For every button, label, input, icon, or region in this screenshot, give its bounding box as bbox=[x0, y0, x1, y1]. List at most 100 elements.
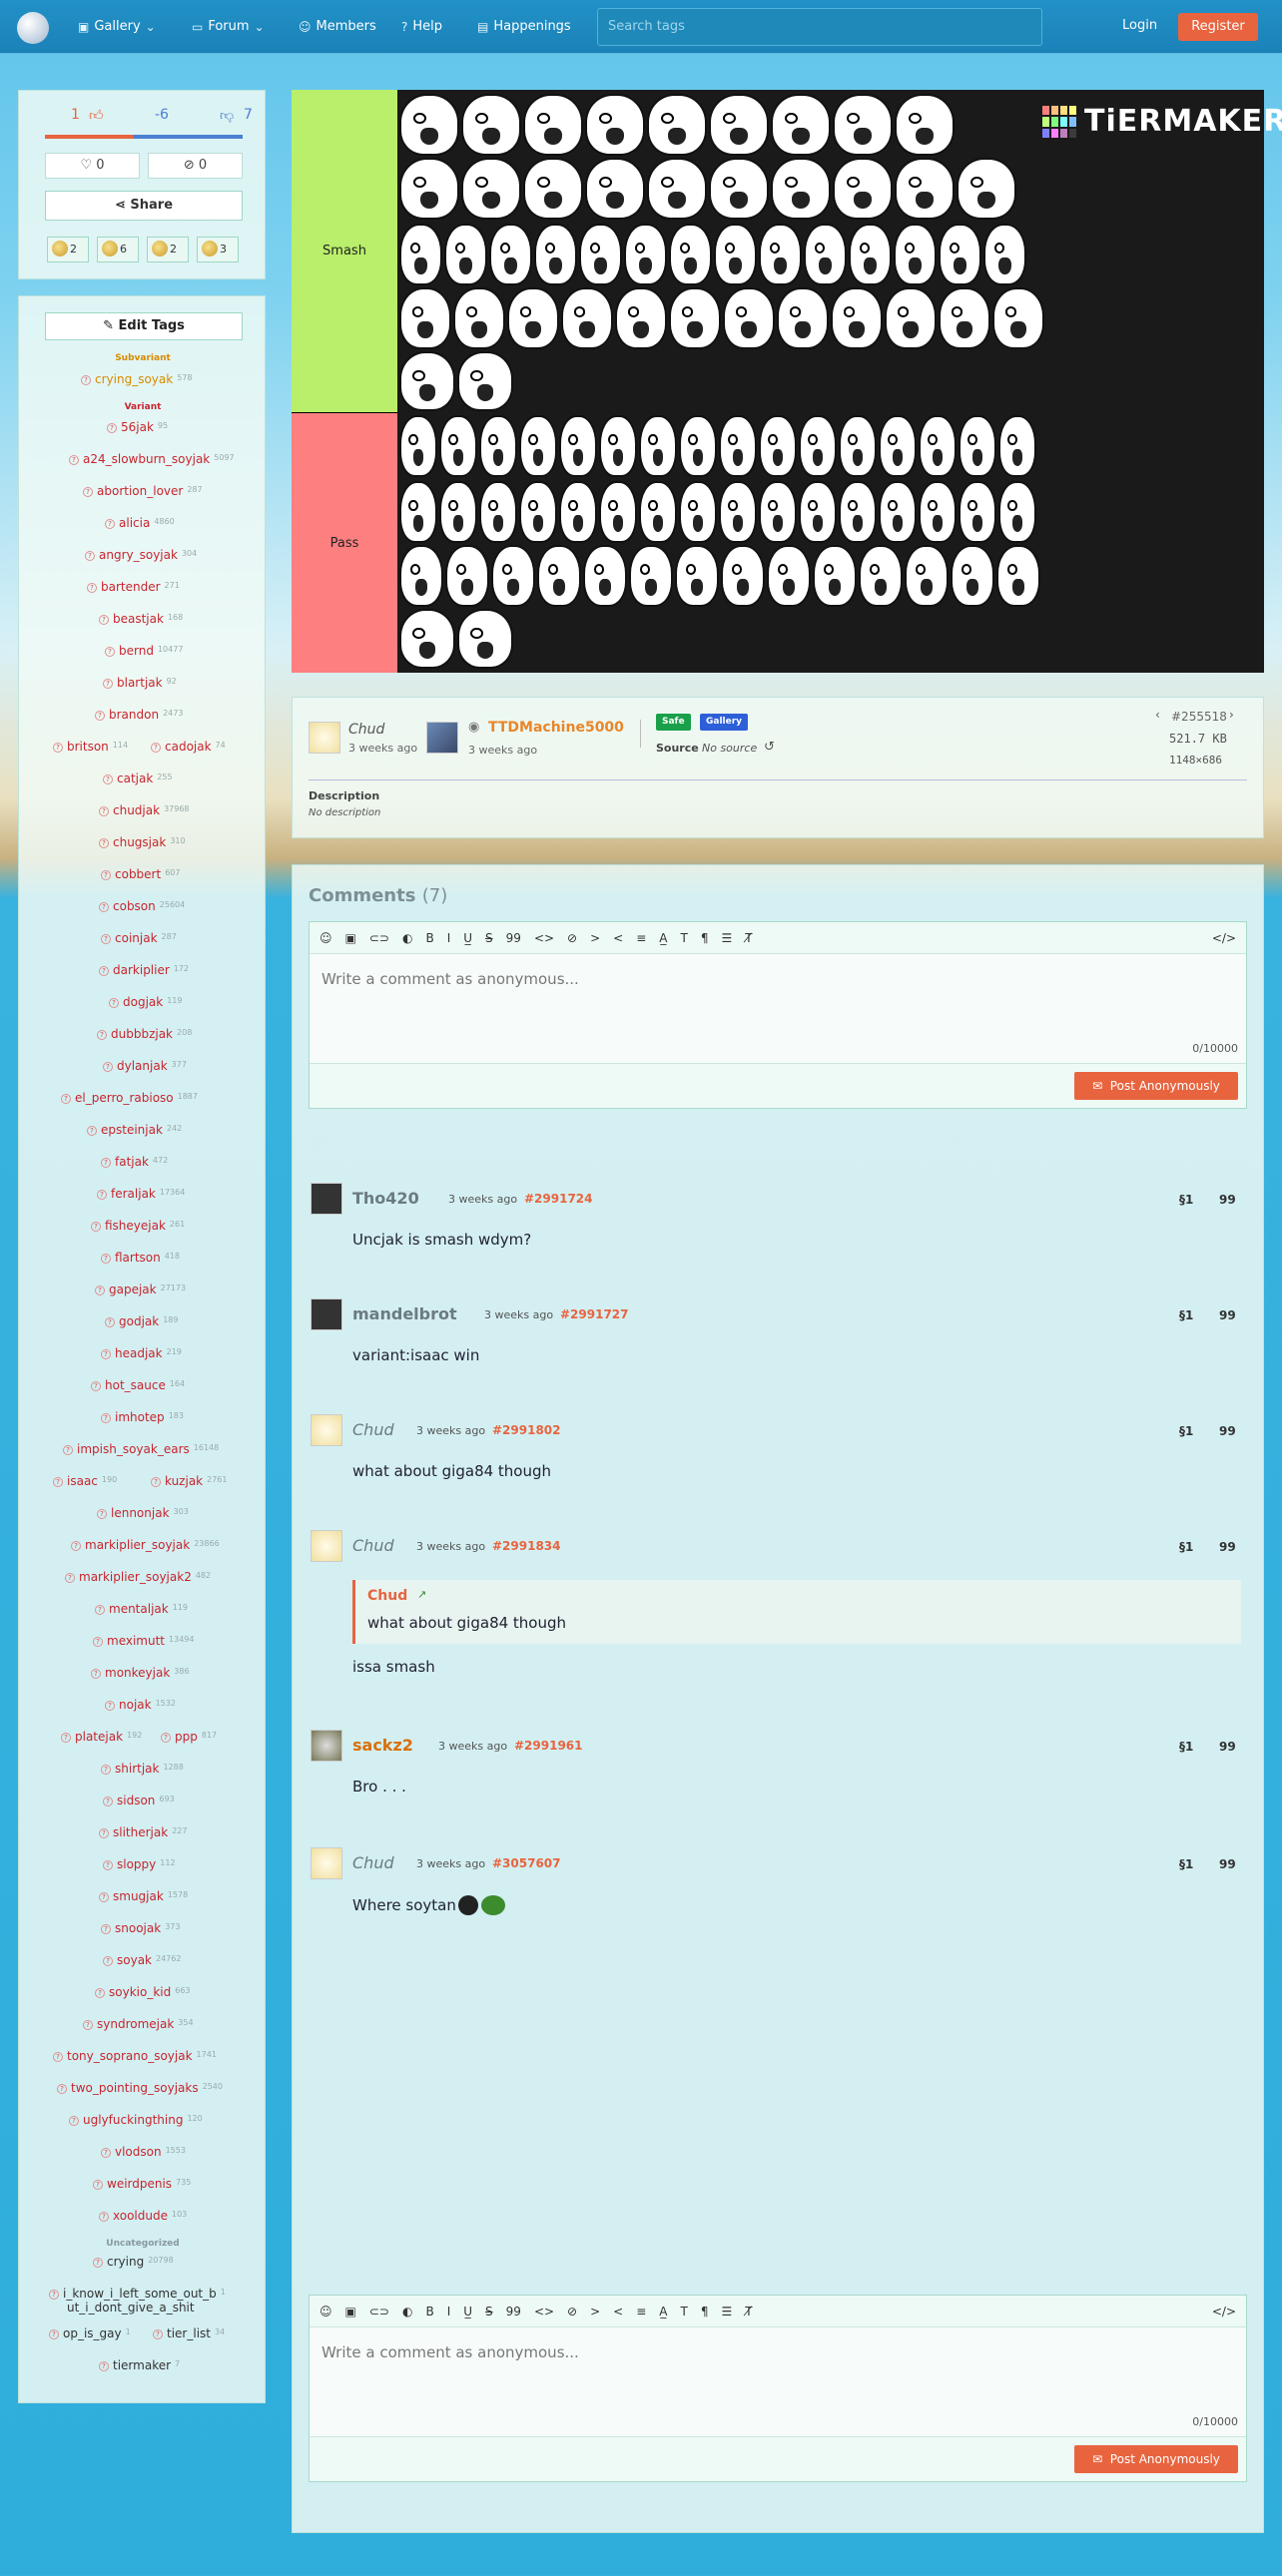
nav-happenings[interactable]: ▤ Happenings bbox=[477, 19, 571, 34]
strikethrough-icon[interactable]: S̶ bbox=[485, 931, 493, 945]
tag-link[interactable]: ? headjak 219 bbox=[101, 1346, 182, 1360]
thumbs-down-icon[interactable]: 👎︎ bbox=[220, 107, 234, 124]
tag-link[interactable]: ? cobbert 607 bbox=[101, 867, 180, 881]
tag-link[interactable]: ? cadojak 74 bbox=[151, 740, 226, 754]
tag-link[interactable]: ? tiermaker 7 bbox=[99, 2358, 180, 2372]
post-anonymously-button[interactable]: ✉ Post Anonymously bbox=[1074, 1072, 1238, 1100]
commenter-avatar[interactable] bbox=[311, 1730, 342, 1762]
commenter-avatar[interactable] bbox=[311, 1414, 342, 1446]
quote-icon[interactable]: 99 bbox=[506, 931, 521, 945]
underline-icon[interactable]: U̲ bbox=[463, 931, 472, 945]
nav-help[interactable]: ? Help bbox=[401, 19, 442, 34]
commenter-name[interactable]: Chud bbox=[352, 1853, 394, 1872]
tag-link[interactable]: ? tier_list 34 bbox=[153, 2326, 225, 2340]
tag-link[interactable]: ? op_is_gay 1 bbox=[49, 2326, 131, 2340]
nav-members[interactable]: ☺ Members bbox=[299, 19, 376, 34]
commenter-name[interactable]: mandelbrot bbox=[352, 1304, 457, 1323]
tag-link[interactable]: ? shirtjak 1288 bbox=[101, 1762, 184, 1776]
tag-link[interactable]: ? markiplier_soyjak2 482 bbox=[65, 1570, 211, 1584]
tag-link[interactable]: ? fatjak 472 bbox=[101, 1155, 168, 1169]
bold-icon[interactable]: B bbox=[425, 2305, 433, 2318]
prev-post-icon[interactable]: ‹ bbox=[1155, 708, 1160, 722]
approver-name[interactable]: TTDMachine5000 bbox=[488, 720, 624, 736]
reply-icon[interactable]: §1 bbox=[1179, 1540, 1193, 1554]
italic-icon[interactable]: I bbox=[447, 931, 451, 945]
paragraph-icon[interactable]: ¶ bbox=[701, 931, 709, 945]
tag-link[interactable]: ? alicia 4860 bbox=[105, 516, 175, 530]
heading-icon[interactable]: T bbox=[681, 931, 688, 945]
spoiler-icon[interactable]: ⊘ bbox=[567, 2305, 577, 2318]
tag-link[interactable]: ? bartender 271 bbox=[87, 580, 180, 594]
tag-link[interactable]: ? dogjak 119 bbox=[109, 995, 183, 1009]
clear-format-icon[interactable]: T̸ bbox=[745, 931, 752, 945]
tag-link[interactable]: ? weirdpenis 735 bbox=[93, 2177, 191, 2191]
reply-icon[interactable]: §1 bbox=[1179, 1193, 1193, 1207]
reply-icon[interactable]: §1 bbox=[1179, 1424, 1193, 1438]
tag-link[interactable]: ? britson 114 bbox=[53, 740, 128, 754]
highlight-icon[interactable]: A̲ bbox=[659, 931, 667, 945]
tag-link[interactable]: ? el_perro_rabioso 1887 bbox=[61, 1091, 198, 1105]
tag-link[interactable]: ? vlodson 1553 bbox=[101, 2145, 186, 2159]
tag-link[interactable]: ? angry_soyjak 304 bbox=[85, 548, 197, 562]
tag-link[interactable]: ? nojak 1532 bbox=[105, 1698, 176, 1712]
tag-link[interactable]: ? crying 20798 bbox=[93, 2255, 174, 2269]
tag-link[interactable]: ? impish_soyak_ears 16148 bbox=[63, 1442, 219, 1456]
tag-link[interactable]: ? meximutt 13494 bbox=[93, 1634, 194, 1648]
tag-link[interactable]: ? flartson 418 bbox=[101, 1251, 180, 1265]
comment-id-link[interactable]: #2991802 bbox=[492, 1423, 561, 1437]
comment-textarea[interactable]: Write a comment as anonymous... 0/10000 bbox=[310, 954, 1246, 1064]
tag-link-continued[interactable]: ut_i_dont_give_a_shit bbox=[67, 2301, 195, 2315]
list-icon[interactable]: ☰ bbox=[722, 931, 733, 945]
tag-link[interactable]: ? chugsjak 310 bbox=[99, 835, 186, 849]
reply-icon[interactable]: §1 bbox=[1179, 1308, 1193, 1322]
source-code-icon[interactable]: </> bbox=[1212, 2305, 1236, 2318]
tag-link[interactable]: ? beastjak 168 bbox=[99, 612, 183, 626]
hide-button[interactable]: ⊘ 0 bbox=[148, 153, 243, 179]
quote-author[interactable]: Chud bbox=[367, 1588, 407, 1604]
quote-icon[interactable]: 99 bbox=[1219, 1540, 1236, 1554]
link-icon[interactable]: ⊂⊃ bbox=[369, 931, 389, 945]
tag-link[interactable]: ? i_know_i_left_some_out_b 1 bbox=[49, 2287, 226, 2301]
tag-link[interactable]: ? syndromejak 354 bbox=[83, 2017, 194, 2031]
reaction-button[interactable]: 2 bbox=[47, 237, 89, 262]
tag-link[interactable]: ? hot_sauce 164 bbox=[91, 1378, 185, 1392]
next-post-icon[interactable]: › bbox=[1229, 708, 1234, 722]
code-icon[interactable]: <> bbox=[534, 2305, 554, 2318]
jump-icon[interactable]: ↗ bbox=[417, 1588, 426, 1601]
uploader-name[interactable]: Chud bbox=[348, 722, 384, 738]
palette-icon[interactable]: ◐ bbox=[402, 931, 412, 945]
tag-link[interactable]: ? sloppy 112 bbox=[103, 1857, 176, 1871]
favorite-button[interactable]: ♡ 0 bbox=[45, 153, 140, 179]
italic-icon[interactable]: I bbox=[447, 2305, 451, 2318]
reaction-button[interactable]: 6 bbox=[97, 237, 139, 262]
paragraph-icon[interactable]: ¶ bbox=[701, 2305, 709, 2318]
commenter-avatar[interactable] bbox=[311, 1530, 342, 1562]
tag-link[interactable]: ? 56jak 95 bbox=[107, 420, 168, 434]
tag-link[interactable]: ? imhotep 183 bbox=[101, 1410, 184, 1424]
tag-link[interactable]: ? gapejak 27173 bbox=[95, 1283, 186, 1296]
tag-link[interactable]: ? cobson 25604 bbox=[99, 899, 185, 913]
quote-icon[interactable]: 99 bbox=[506, 2305, 521, 2318]
tag-link[interactable]: ? soykio_kid 663 bbox=[95, 1985, 191, 1999]
uploader-avatar[interactable] bbox=[309, 722, 340, 754]
commenter-avatar[interactable] bbox=[311, 1298, 342, 1330]
tag-link[interactable]: ? tony_soprano_soyjak 1741 bbox=[53, 2049, 217, 2063]
greentext-icon[interactable]: > bbox=[590, 2305, 600, 2318]
quote-icon[interactable]: 99 bbox=[1219, 1740, 1236, 1754]
tag-link[interactable]: ? kuzjak 2761 bbox=[151, 1474, 227, 1488]
tag-link[interactable]: ? a24_slowburn_soyjak 5097 bbox=[69, 452, 235, 466]
orangetext-icon[interactable]: < bbox=[613, 931, 623, 945]
quote-icon[interactable]: 99 bbox=[1219, 1424, 1236, 1438]
tag-link[interactable]: ? two_pointing_soyjaks 2540 bbox=[57, 2081, 223, 2095]
reaction-button[interactable]: 2 bbox=[147, 237, 189, 262]
tag-link[interactable]: ? darkiplier 172 bbox=[99, 963, 189, 977]
tag-link[interactable]: ? fisheyejak 261 bbox=[91, 1219, 185, 1233]
underline-icon[interactable]: U̲ bbox=[463, 2305, 472, 2318]
clear-format-icon[interactable]: T̸ bbox=[745, 2305, 752, 2318]
smiley-icon[interactable]: ☺ bbox=[320, 931, 332, 945]
tag-link[interactable]: ? dubbbzjak 208 bbox=[97, 1027, 192, 1041]
tag-link[interactable]: ? bernd 10477 bbox=[105, 644, 183, 658]
history-icon[interactable]: ↺ bbox=[764, 740, 775, 755]
link-icon[interactable]: ⊂⊃ bbox=[369, 2305, 389, 2318]
commenter-name[interactable]: Chud bbox=[352, 1420, 394, 1439]
